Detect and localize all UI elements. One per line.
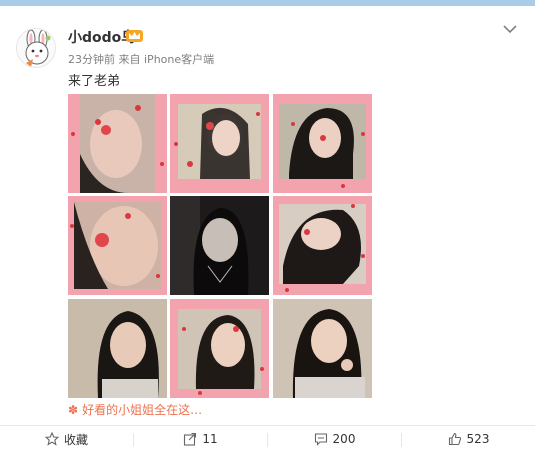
comment-icon xyxy=(314,433,327,446)
photo-thumbnail[interactable] xyxy=(68,196,167,295)
star-icon xyxy=(44,432,59,446)
avatar-rabbit-icon xyxy=(17,29,55,67)
comment-button[interactable]: 200 xyxy=(268,426,401,451)
post-time[interactable]: 23分钟前 xyxy=(68,53,115,66)
post-source[interactable]: iPhone客户端 xyxy=(144,53,214,66)
photo-thumbnail[interactable] xyxy=(68,94,167,193)
top-bar xyxy=(0,0,535,6)
photo-thumbnail[interactable] xyxy=(68,299,167,398)
flower-icon: ✽ xyxy=(68,403,79,417)
vip-crown-icon[interactable] xyxy=(126,28,143,43)
thumbs-up-icon xyxy=(448,432,461,446)
photo-caption[interactable]: ✽ 好看的小姐姐全在这… xyxy=(68,401,202,418)
photo-thumbnail[interactable] xyxy=(170,196,269,295)
share-icon xyxy=(184,432,197,446)
like-count: 523 xyxy=(466,432,490,446)
favorite-label: 收藏 xyxy=(63,432,88,447)
source-prefix: 来自 xyxy=(118,53,141,66)
photo-grid xyxy=(68,94,372,398)
photo-thumbnail[interactable] xyxy=(273,94,372,193)
favorite-button[interactable]: 收藏 xyxy=(0,426,133,451)
photo-thumbnail[interactable] xyxy=(170,299,269,398)
like-button[interactable]: 523 xyxy=(402,426,535,451)
photo-caption-text[interactable]: 好看的小姐姐全在这… xyxy=(82,403,202,417)
chevron-down-icon[interactable] xyxy=(503,24,517,34)
avatar[interactable] xyxy=(16,28,56,68)
comment-count: 200 xyxy=(332,432,356,446)
photo-thumbnail[interactable] xyxy=(273,299,372,398)
post-text: 来了老弟 xyxy=(68,74,121,89)
post-meta: 23分钟前 来自 iPhone客户端 xyxy=(68,51,214,67)
photo-thumbnail[interactable] xyxy=(170,94,269,193)
action-bar: 收藏 11 200 523 xyxy=(0,425,535,451)
repost-count: 11 xyxy=(202,432,218,446)
repost-button[interactable]: 11 xyxy=(134,426,267,451)
photo-thumbnail[interactable] xyxy=(273,196,372,295)
